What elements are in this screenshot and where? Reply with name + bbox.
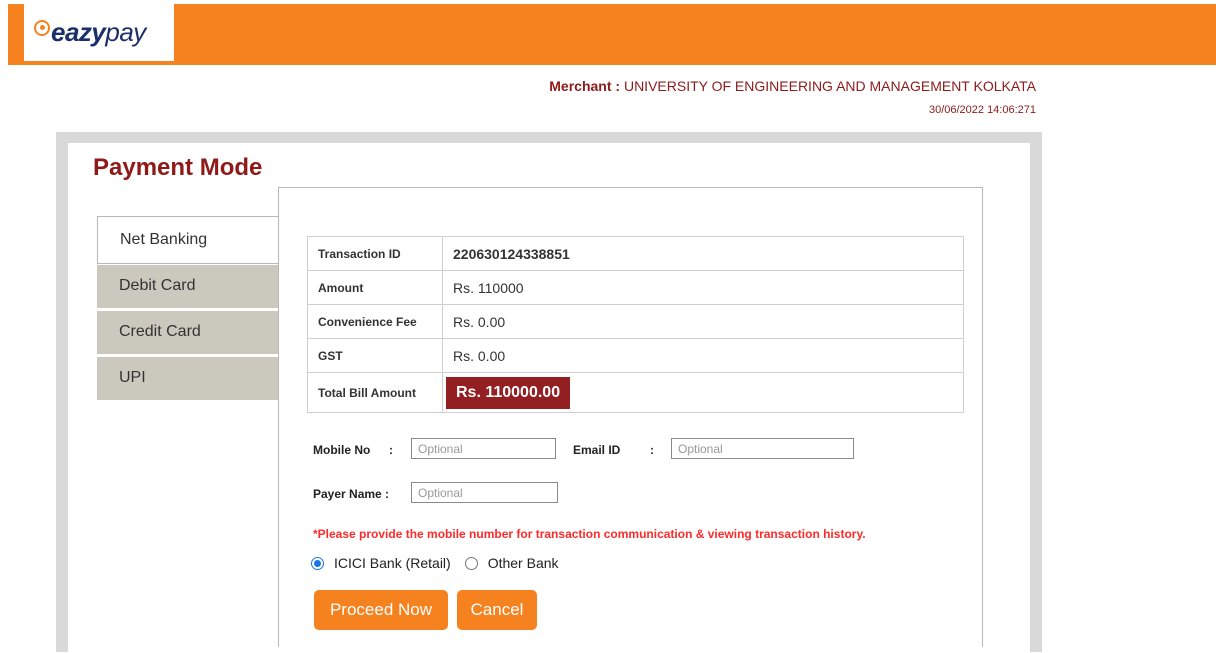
table-row: Transaction ID 220630124338851 [307,236,964,271]
table-row: Amount Rs. 110000 [307,270,964,305]
eazypay-logo[interactable]: eazypay [24,4,174,61]
merchant-info: Merchant : UNIVERSITY OF ENGINEERING AND… [549,78,1036,94]
gst-label: GST [307,338,443,373]
eazypay-logo-icon [34,19,50,36]
payer-name-label: Payer Name : [313,487,390,501]
icici-bank-radio[interactable] [311,556,324,570]
page-title: Payment Mode [93,154,263,181]
gst-value: Rs. 0.00 [442,338,964,373]
tab-net-banking[interactable]: Net Banking [97,216,278,264]
amount-value: Rs. 110000 [442,270,964,305]
convenience-fee-label: Convenience Fee [307,304,443,339]
table-row: Total Bill Amount Rs. 110000.00 [307,372,964,413]
table-row: Convenience Fee Rs. 0.00 [307,304,964,339]
logo-text: eazypay [51,17,146,47]
bank-selection: ICICI Bank (Retail) Other Bank [311,555,559,571]
tab-debit-card[interactable]: Debit Card [97,264,278,308]
email-colon: : [650,443,654,457]
mobile-input[interactable] [411,438,556,459]
amount-label: Amount [307,270,443,305]
total-bill-cell: Rs. 110000.00 [442,372,964,413]
total-bill-label: Total Bill Amount [307,372,443,413]
transaction-id-value: 220630124338851 [442,236,964,271]
other-bank-radio[interactable] [464,556,478,570]
merchant-label: Merchant : [549,78,621,94]
convenience-fee-value: Rs. 0.00 [442,304,964,339]
merchant-name: UNIVERSITY OF ENGINEERING AND MANAGEMENT… [623,78,1036,94]
transaction-id-label: Transaction ID [307,236,443,271]
cancel-button[interactable]: Cancel [457,590,537,630]
transaction-summary-table: Transaction ID 220630124338851 Amount Rs… [307,236,964,413]
top-header-bar: eazypay [8,4,1216,65]
total-bill-amount-badge: Rs. 110000.00 [446,376,571,409]
transaction-datetime: 30/06/2022 14:06:271 [928,104,1036,116]
tab-credit-card[interactable]: Credit Card [97,310,278,354]
mobile-colon: : [389,443,393,457]
email-label: Email ID [573,443,621,457]
proceed-now-button[interactable]: Proceed Now [314,590,448,630]
other-bank-label[interactable]: Other Bank [488,555,559,571]
email-input[interactable] [671,438,854,459]
mobile-label: Mobile No [313,443,371,457]
payer-name-input[interactable] [411,482,558,503]
table-row: GST Rs. 0.00 [307,338,964,373]
icici-bank-label[interactable]: ICICI Bank (Retail) [334,555,451,571]
tab-upi[interactable]: UPI [97,356,278,400]
mobile-number-note: *Please provide the mobile number for tr… [313,527,866,541]
